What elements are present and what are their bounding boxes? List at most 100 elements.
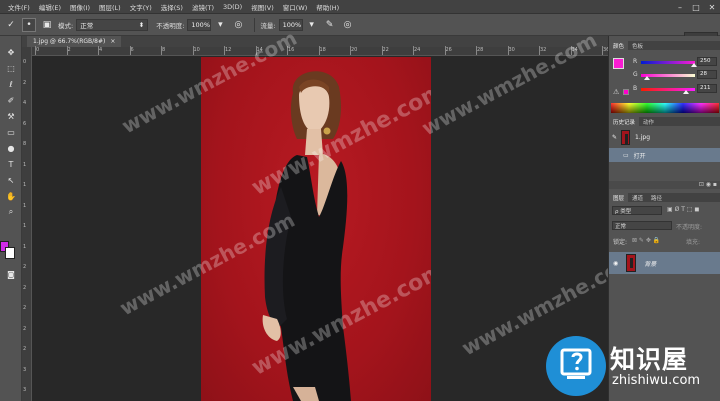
ruler-tick	[129, 46, 131, 55]
pressure-size-icon[interactable]: ◎	[341, 18, 355, 32]
brush-panel-icon[interactable]: ▣	[40, 18, 54, 32]
ruler-tick	[161, 46, 162, 55]
menu-image[interactable]: 图像(I)	[70, 2, 90, 12]
color-spectrum[interactable]	[611, 103, 719, 113]
tab-layers[interactable]: 图层	[609, 193, 629, 202]
tab-swatches[interactable]: 色板	[628, 41, 647, 50]
brush-preset-icon[interactable]: ✓	[4, 18, 18, 32]
color-fg-swatch[interactable]	[613, 58, 624, 69]
brush-size-icon[interactable]: •	[22, 17, 36, 32]
channel-b-value[interactable]: 211	[697, 84, 717, 93]
channel-b-knob[interactable]	[682, 90, 689, 94]
channel-r-slider[interactable]	[641, 61, 697, 67]
history-step[interactable]: ▭ 打开	[609, 148, 720, 162]
ruler-number: 12	[225, 47, 232, 53]
blend-mode-select[interactable]: 正常	[612, 221, 672, 230]
quick-mask-icon[interactable]: ◙	[4, 268, 18, 280]
layer-opacity-label: 不透明度:	[676, 224, 703, 231]
clone-tool-icon[interactable]: ⚒	[4, 110, 18, 122]
menu-filter[interactable]: 滤镜(T)	[192, 2, 214, 12]
history-panel-tabs: 历史记录 动作	[609, 117, 720, 126]
ruler-number: 8	[162, 47, 166, 53]
layers-panel-tabs: 图层 通道 路径	[609, 193, 720, 202]
ruler-number: 1	[23, 161, 27, 168]
channel-r-knob[interactable]	[690, 63, 697, 67]
document-tab[interactable]: 1.jpg @ 66.7%(RGB/8#) ×	[27, 36, 122, 47]
ruler-tick	[507, 46, 509, 55]
fill-label: 填充:	[686, 239, 701, 246]
minimize-icon[interactable]: –	[672, 0, 688, 14]
channel-g-slider[interactable]	[641, 74, 695, 80]
ruler-tick	[192, 46, 194, 55]
menu-type[interactable]: 文字(Y)	[130, 2, 152, 12]
layer-name[interactable]: 背景	[644, 259, 656, 268]
brush-tool-icon[interactable]: ✐	[4, 94, 18, 106]
photo-image[interactable]: www.wmzhe.com www.wmzhe.com	[201, 57, 431, 401]
opacity-label: 不透明度:	[156, 21, 185, 30]
background-color-swatch[interactable]	[5, 247, 15, 259]
mode-label: 模式:	[58, 21, 74, 30]
move-tool-icon[interactable]: ✥	[4, 46, 18, 58]
mode-value: 正常	[80, 21, 94, 30]
close-tab-icon[interactable]: ×	[110, 38, 115, 45]
ruler-tick	[318, 46, 320, 55]
flow-dropdown-icon[interactable]: ▾	[305, 18, 319, 32]
site-logo: 知识屋 zhishiwu.com	[540, 330, 720, 401]
window-controls: – □ ✕	[672, 0, 720, 14]
history-brush-icon: ✎	[612, 133, 618, 141]
pressure-opacity-icon[interactable]: ◎	[231, 18, 245, 32]
menu-file[interactable]: 文件(F)	[8, 2, 30, 12]
dodge-tool-icon[interactable]: ●	[4, 142, 18, 154]
ruler-tick	[602, 46, 603, 55]
airbrush-icon[interactable]: ✎	[323, 18, 337, 32]
tab-channels[interactable]: 通道	[628, 193, 647, 202]
ruler-number: 2	[23, 79, 27, 86]
history-snapshot[interactable]: ✎ 1.jpg	[609, 127, 720, 147]
menu-bar: 文件(F) 编辑(E) 图像(I) 图层(L) 文字(Y) 选择(S) 滤镜(T…	[0, 0, 720, 14]
menu-edit[interactable]: 编辑(E)	[39, 2, 61, 12]
opacity-dropdown-icon[interactable]: ▾	[213, 18, 227, 32]
ruler-tick	[381, 46, 383, 55]
layer-filter-select[interactable]: ρ 类型	[612, 206, 662, 215]
document-title: 1.jpg @ 66.7%(RGB/8#)	[33, 38, 106, 45]
ruler-number: 3	[23, 387, 27, 393]
history-panel-footer: ⊡ ◉ ▪	[609, 181, 720, 189]
path-select-tool-icon[interactable]: ↖	[4, 174, 18, 186]
web-color-swatch[interactable]	[623, 89, 629, 95]
opacity-input[interactable]: 100%	[187, 18, 212, 31]
ruler-number: 22	[382, 47, 389, 53]
ruler-number: 2	[23, 325, 27, 332]
menu-layer[interactable]: 图层(L)	[99, 2, 121, 12]
type-tool-icon[interactable]: T	[4, 158, 18, 170]
layer-row[interactable]: ◉ 背景	[609, 252, 720, 274]
ruler-number: 20	[351, 47, 358, 53]
mode-select[interactable]: 正常 ⬍	[76, 18, 149, 31]
maximize-icon[interactable]: □	[688, 0, 704, 14]
channel-g-value[interactable]: 28	[697, 70, 717, 79]
ruler-tick	[66, 46, 68, 55]
tab-actions[interactable]: 动作	[639, 117, 658, 126]
menu-window[interactable]: 窗口(W)	[283, 2, 308, 12]
marquee-tool-icon[interactable]: ⬚	[4, 62, 18, 74]
lasso-tool-icon[interactable]: ℓ	[4, 78, 18, 90]
channel-b-slider[interactable]	[641, 88, 695, 94]
zoom-tool-icon[interactable]: ⌕	[4, 206, 18, 218]
close-icon[interactable]: ✕	[704, 0, 720, 14]
eraser-tool-icon[interactable]: ▭	[4, 126, 18, 138]
tab-color[interactable]: 颜色	[609, 41, 629, 50]
ruler-number: 2	[67, 47, 71, 53]
visibility-eye-icon[interactable]: ◉	[613, 260, 618, 267]
tab-paths[interactable]: 路径	[647, 193, 666, 202]
ruler-number: 2	[23, 346, 27, 352]
ruler-number: 1	[23, 243, 27, 250]
ruler-number: 10	[193, 47, 200, 53]
ruler-number: 2	[23, 264, 27, 270]
tab-history[interactable]: 历史记录	[609, 117, 640, 126]
menu-3d[interactable]: 3D(D)	[223, 3, 242, 11]
channel-r-value[interactable]: 250	[697, 57, 717, 66]
menu-view[interactable]: 视图(V)	[251, 2, 274, 12]
menu-help[interactable]: 帮助(H)	[316, 2, 339, 12]
channel-g-knob[interactable]	[643, 76, 650, 80]
hand-tool-icon[interactable]: ✋	[4, 190, 18, 202]
menu-select[interactable]: 选择(S)	[161, 2, 183, 12]
